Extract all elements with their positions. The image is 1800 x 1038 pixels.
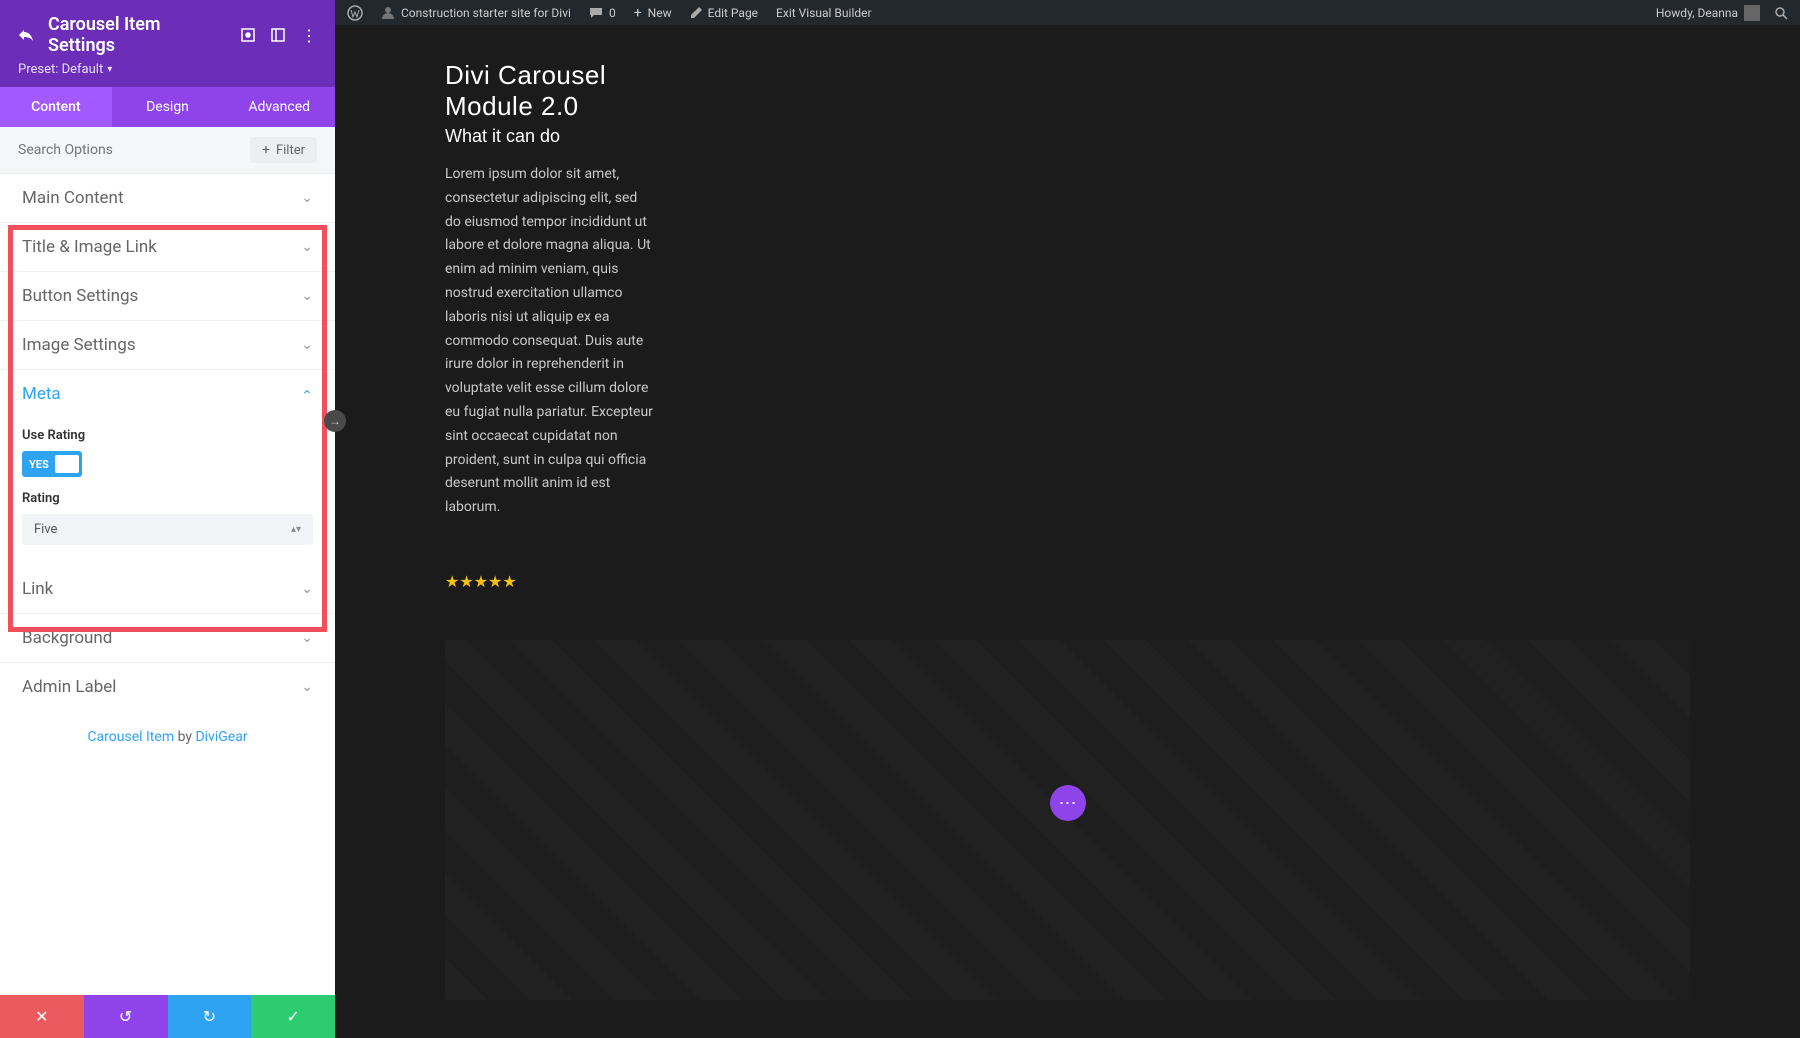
undo-button[interactable]: ↺ xyxy=(84,995,168,1038)
rating-stars: ★★★★★ xyxy=(445,572,1690,591)
chevron-down-icon: ⌄ xyxy=(301,679,313,695)
preview-subtitle: What it can do xyxy=(445,126,1690,147)
chevron-down-icon: ⌄ xyxy=(301,288,313,304)
section-label: Title & Image Link xyxy=(22,237,157,257)
section-admin-label[interactable]: Admin Label ⌄ xyxy=(0,663,335,711)
filter-button[interactable]: Filter xyxy=(250,137,317,163)
section-label: Main Content xyxy=(22,188,124,208)
plus-icon: + xyxy=(634,5,642,21)
tab-content[interactable]: Content xyxy=(0,87,112,127)
section-label: Admin Label xyxy=(22,677,116,697)
section-image-settings[interactable]: Image Settings ⌄ xyxy=(0,321,335,370)
use-rating-toggle[interactable]: YES xyxy=(22,451,82,477)
site-name-text: Construction starter site for Divi xyxy=(401,6,571,20)
section-label: Button Settings xyxy=(22,286,138,306)
rating-label: Rating xyxy=(22,491,313,506)
section-label: Image Settings xyxy=(22,335,136,355)
pencil-icon xyxy=(690,7,702,19)
preview-title-line2: Module 2.0 xyxy=(445,91,1690,122)
settings-body: Main Content ⌄ Title & Image Link ⌄ Butt… xyxy=(0,174,335,995)
redo-button[interactable]: ↻ xyxy=(168,995,252,1038)
sidebar-collapse-toggle[interactable]: → xyxy=(324,410,346,432)
avatar xyxy=(1744,5,1760,21)
select-caret-icon: ▴▾ xyxy=(291,524,301,535)
use-rating-label: Use Rating xyxy=(22,428,313,443)
meta-content: Use Rating YES Rating Five ▴▾ xyxy=(0,418,335,565)
toggle-knob xyxy=(55,455,79,473)
sidebar-footer: ✕ ↺ ↻ ✓ xyxy=(0,995,335,1038)
section-link[interactable]: Link ⌄ xyxy=(0,565,335,614)
section-main-content[interactable]: Main Content ⌄ xyxy=(0,174,335,223)
section-label: Background xyxy=(22,628,112,648)
credit-author-link[interactable]: DiviGear xyxy=(195,729,247,745)
chevron-down-icon: ⌄ xyxy=(301,239,313,255)
more-icon[interactable]: ⋮ xyxy=(301,26,317,45)
section-meta[interactable]: Meta ⌄ xyxy=(0,370,335,418)
new-link[interactable]: + New xyxy=(634,5,672,21)
sidebar-header: Carousel Item Settings ⋮ Preset: Default xyxy=(0,0,335,87)
new-text: New xyxy=(648,6,672,20)
preview-title-line1: Divi Carousel xyxy=(445,60,1690,91)
preview-body: Lorem ipsum dolor sit amet, consectetur … xyxy=(445,163,655,520)
comments-link[interactable]: 0 xyxy=(589,6,616,20)
close-button[interactable]: ✕ xyxy=(0,995,84,1038)
howdy-text: Howdy, Deanna xyxy=(1656,6,1738,20)
wp-admin-bar: Construction starter site for Divi 0 + N… xyxy=(335,0,1800,25)
howdy-link[interactable]: Howdy, Deanna xyxy=(1656,5,1760,21)
rating-value: Five xyxy=(34,522,57,537)
edit-page-link[interactable]: Edit Page xyxy=(690,6,758,20)
chevron-down-icon: ⌄ xyxy=(301,581,313,597)
dashboard-icon xyxy=(381,6,395,20)
preview-area: Construction starter site for Divi 0 + N… xyxy=(335,0,1800,1038)
section-background[interactable]: Background ⌄ xyxy=(0,614,335,663)
tab-design[interactable]: Design xyxy=(112,87,224,127)
site-name-link[interactable]: Construction starter site for Divi xyxy=(381,6,571,20)
edit-page-text: Edit Page xyxy=(708,6,758,20)
credit-by: by xyxy=(174,729,195,745)
focus-icon[interactable] xyxy=(241,28,255,42)
save-button[interactable]: ✓ xyxy=(251,995,335,1038)
section-label: Link xyxy=(22,579,53,599)
comment-icon xyxy=(589,6,603,20)
search-icon[interactable] xyxy=(1774,6,1788,20)
layout-icon[interactable] xyxy=(271,28,285,42)
settings-sidebar: Carousel Item Settings ⋮ Preset: Default… xyxy=(0,0,335,1038)
panel-title: Carousel Item Settings xyxy=(48,14,227,56)
module-options-fab[interactable]: ⋯ xyxy=(1050,785,1086,821)
sidebar-tabs: Content Design Advanced xyxy=(0,87,335,127)
section-title-image-link[interactable]: Title & Image Link ⌄ xyxy=(0,223,335,272)
back-icon[interactable] xyxy=(18,27,34,43)
search-bar: Filter xyxy=(0,127,335,174)
chevron-up-icon: ⌄ xyxy=(301,386,313,402)
chevron-down-icon: ⌄ xyxy=(301,337,313,353)
rating-select[interactable]: Five ▴▾ xyxy=(22,514,313,545)
credit-module-link[interactable]: Carousel Item xyxy=(87,729,174,745)
tab-advanced[interactable]: Advanced xyxy=(223,87,335,127)
section-label: Meta xyxy=(22,384,61,404)
chevron-down-icon: ⌄ xyxy=(301,190,313,206)
chevron-down-icon: ⌄ xyxy=(301,630,313,646)
search-input[interactable] xyxy=(18,142,250,158)
preset-selector[interactable]: Preset: Default xyxy=(18,62,317,77)
module-credit: Carousel Item by DiviGear xyxy=(0,711,335,775)
section-button-settings[interactable]: Button Settings ⌄ xyxy=(0,272,335,321)
wp-logo-icon[interactable] xyxy=(347,5,363,21)
exit-vb-link[interactable]: Exit Visual Builder xyxy=(776,6,872,20)
comments-count: 0 xyxy=(609,6,616,20)
toggle-value: YES xyxy=(25,458,53,471)
carousel-preview: Divi Carousel Module 2.0 What it can do … xyxy=(335,0,1800,651)
